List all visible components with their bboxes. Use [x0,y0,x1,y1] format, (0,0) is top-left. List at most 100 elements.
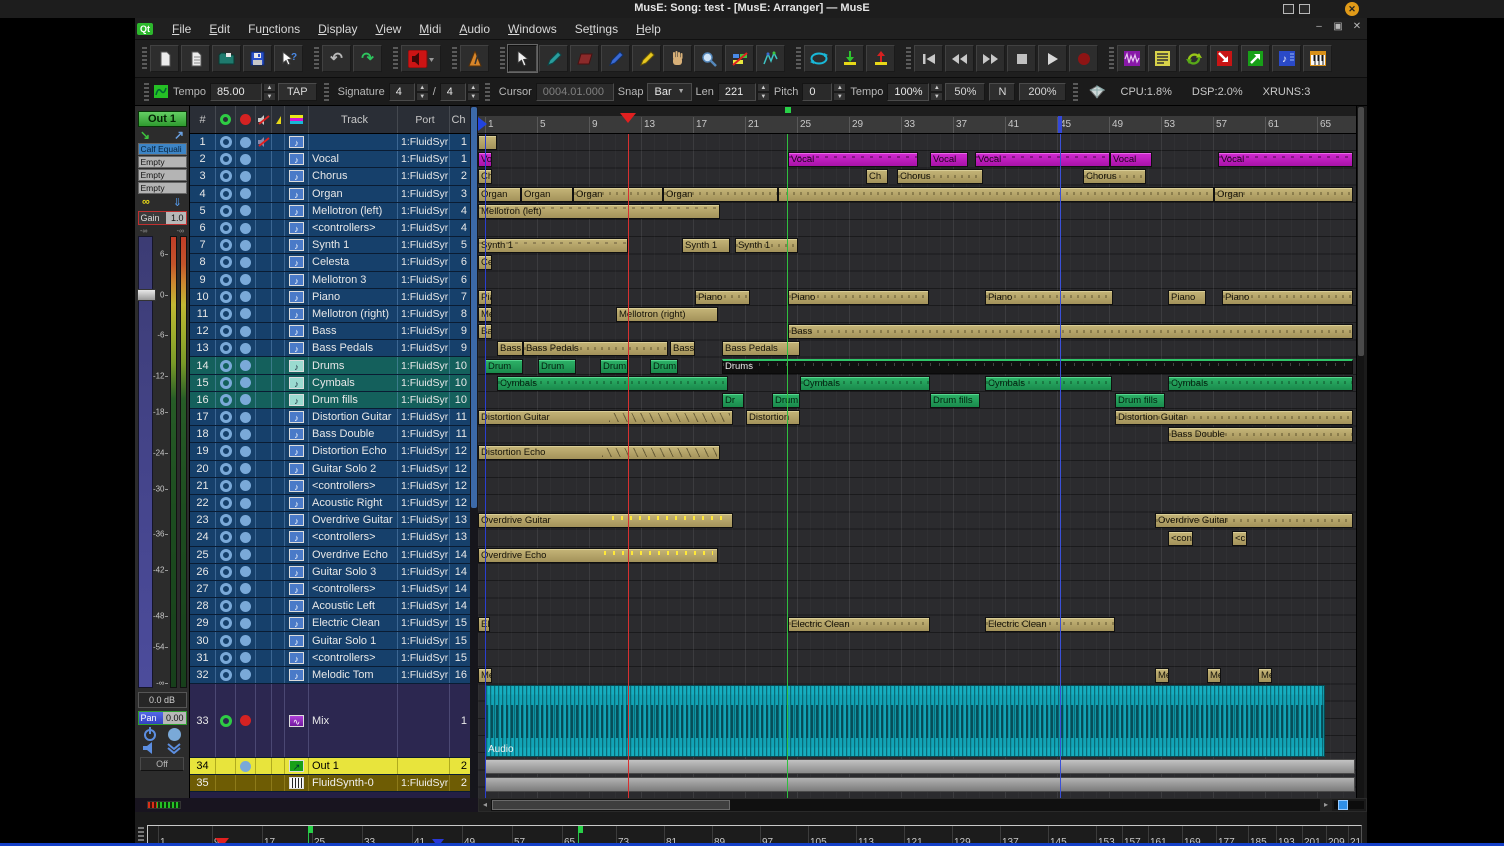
track-name[interactable] [309,134,398,150]
track-row-17[interactable]: 17♪Distortion Guitar1:FluidSyr11 [190,409,470,426]
pan-control[interactable]: Pan 0.00 [138,711,187,725]
track-row-21[interactable]: 21♪<controllers>1:FluidSyr12 [190,478,470,495]
monitor-toggle[interactable] [216,254,236,270]
record-arm-toggle[interactable] [236,775,256,791]
mute-toggle[interactable] [256,615,272,631]
header-record-icon[interactable] [236,106,256,133]
header-solo-icon[interactable] [272,106,285,133]
record-arm-toggle[interactable] [236,323,256,339]
track-channel[interactable]: 16 [450,667,470,683]
mute-toggle[interactable] [256,650,272,666]
green-marker-flag-icon[interactable] [785,107,791,113]
header-track[interactable]: Track [309,106,398,133]
menu-windows[interactable]: Windows [499,20,566,38]
track-row-28[interactable]: 28♪Acoustic Left1:FluidSyr14 [190,598,470,615]
tempo-scale-input[interactable]: 100% [887,83,929,101]
track-name[interactable]: Drum fills [309,392,398,408]
track-channel[interactable]: 9 [450,323,470,339]
len-input[interactable]: 221 [718,83,756,101]
scroll-right-icon[interactable]: ▸ [1320,799,1332,811]
track-port[interactable]: 1:FluidSyr [398,186,450,202]
part-clip[interactable]: Drum fills [1115,393,1165,408]
header-num[interactable]: # [190,106,216,133]
monitor-toggle[interactable] [216,547,236,563]
goto-start-button[interactable] [914,45,943,72]
part-clip[interactable]: <con [1168,531,1193,546]
track-type-icon[interactable]: ♪ [285,323,309,339]
track-row-20[interactable]: 20♪Guitar Solo 21:FluidSyr12 [190,461,470,478]
tempo-scale-spinner[interactable]: ▲▼ [930,83,943,101]
track-channel[interactable]: 2 [450,168,470,184]
track-name[interactable]: Melodic Tom [309,667,398,683]
cycle-button[interactable] [1179,45,1208,72]
part-clip[interactable]: Piano [788,290,929,305]
header-port[interactable]: Port [398,106,450,133]
track-name[interactable]: Bass Pedals [309,340,398,356]
part-clip[interactable] [478,135,497,150]
redo-button[interactable]: ↷ [353,45,382,72]
track-row-6[interactable]: 6♪<controllers>1:FluidSyr4 [190,220,470,237]
monitor-toggle[interactable] [216,581,236,597]
track-type-icon[interactable]: ♪ [285,134,309,150]
part-clip[interactable]: Organ [573,187,663,202]
marker-button[interactable] [632,45,661,72]
track-row-30[interactable]: 30♪Guitar Solo 11:FluidSyr15 [190,632,470,649]
header-monitor-icon[interactable] [216,106,236,133]
effect-slot-2[interactable]: Empty [138,169,187,181]
part-clip[interactable]: Overdrive Guitar [1155,513,1353,528]
overview-marker-flag-icon[interactable] [578,826,583,833]
track-port[interactable]: 1:FluidSyr [398,392,450,408]
monitor-toggle[interactable] [216,151,236,167]
part-clip[interactable]: Synth 1 [682,238,730,253]
track-type-icon[interactable] [285,775,309,791]
track-port[interactable]: 1:FluidSyr [398,323,450,339]
new-button[interactable] [150,45,179,72]
part-clip[interactable]: Drum [650,359,678,374]
track-name[interactable]: Celesta [309,254,398,270]
rewind-button[interactable] [945,45,974,72]
monitor-toggle[interactable] [216,667,236,683]
track-row-27[interactable]: 27♪<controllers>1:FluidSyr14 [190,581,470,598]
track-port[interactable]: 1:FluidSyr [398,237,450,253]
track-port[interactable] [398,684,450,757]
track-name[interactable]: <controllers> [309,529,398,545]
track-row-19[interactable]: 19♪Distortion Echo1:FluidSyr12 [190,443,470,460]
track-channel[interactable]: 6 [450,254,470,270]
header-trackcolor-icon[interactable] [285,106,309,133]
magnifier-button[interactable] [694,45,723,72]
record-arm-toggle[interactable] [236,357,256,373]
part-clip[interactable]: Distortion [746,410,800,425]
route-input-icon[interactable]: ↘ [140,128,150,142]
signature-denominator-spinner[interactable]: ▲▼ [467,83,480,101]
track-port[interactable]: 1:FluidSyr [398,564,450,580]
part-clip[interactable]: Ch [866,169,888,184]
track-type-icon[interactable]: ∿ [285,684,309,757]
track-type-icon[interactable]: ♪ [285,272,309,288]
part-clip[interactable]: Mellotron (left) [478,204,720,219]
part-clip[interactable]: Piano [1168,290,1206,305]
part-clip[interactable]: Electric Clean [985,617,1115,632]
record-arm-toggle[interactable] [236,547,256,563]
track-type-icon[interactable]: ♪ [285,357,309,373]
menu-file[interactable]: File [163,20,200,38]
mute-toggle[interactable] [256,547,272,563]
save-button[interactable] [243,45,272,72]
track-channel[interactable]: 4 [450,220,470,236]
overview-marker-flag-icon[interactable] [308,826,313,833]
track-port[interactable]: 1:FluidSyr [398,272,450,288]
part-clip[interactable]: Bass Double [1168,427,1353,442]
solo-toggle[interactable] [272,134,285,150]
solo-toggle[interactable] [272,461,285,477]
track-channel[interactable]: 11 [450,409,470,425]
track-port[interactable]: 1:FluidSyr [398,409,450,425]
track-row-23[interactable]: 23♪Overdrive Guitar1:FluidSyr13 [190,512,470,529]
track-row-18[interactable]: 18♪Bass Double1:FluidSyr11 [190,426,470,443]
track-type-icon[interactable]: ♪ [285,340,309,356]
stop-button[interactable] [1007,45,1036,72]
track-name[interactable]: <controllers> [309,478,398,494]
menu-display[interactable]: Display [309,20,366,38]
toolbar-drag-handle[interactable] [500,47,505,71]
toolbar-drag-handle[interactable] [1109,47,1114,71]
monitor-toggle[interactable] [216,461,236,477]
track-row-1[interactable]: 1♪1:FluidSyr1 [190,134,470,151]
